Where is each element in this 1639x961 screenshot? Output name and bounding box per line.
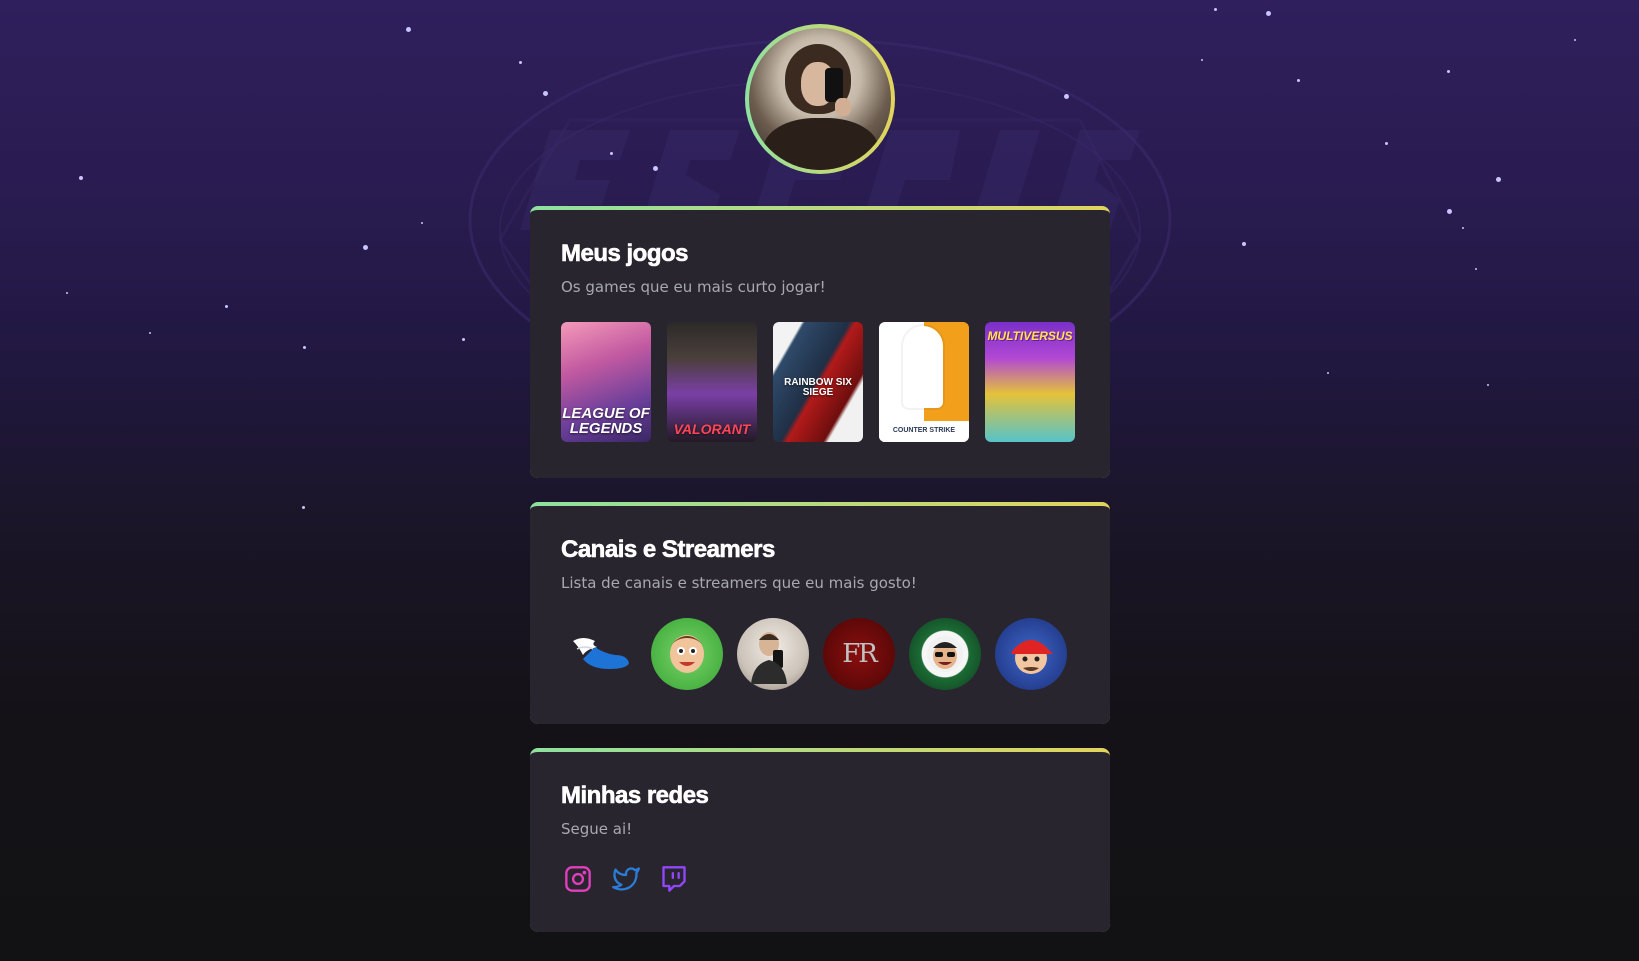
streamers-title: Canais e Streamers xyxy=(561,536,776,564)
game-counter-strike[interactable]: COUNTER STRIKE xyxy=(879,322,969,442)
games-title: Meus jogos xyxy=(561,240,689,268)
games-card: Meus jogos Os games que eu mais curto jo… xyxy=(530,206,1110,478)
instagram-icon xyxy=(565,866,591,892)
game-label: RAINBOW SIX SIEGE xyxy=(784,377,852,398)
profile-avatar-frame xyxy=(745,24,895,174)
streamer-red-cap[interactable] xyxy=(995,618,1067,690)
streamer-cartoon[interactable] xyxy=(651,618,723,690)
streamer-winged-shoe[interactable] xyxy=(565,618,637,690)
game-label: VALORANT xyxy=(673,421,751,437)
profile-avatar xyxy=(749,28,891,170)
games-list: LEAGUE OF LEGENDS VALORANT RAINBOW SIX S… xyxy=(561,322,1079,442)
game-rainbow-six-siege[interactable]: RAINBOW SIX SIEGE xyxy=(773,322,863,442)
cartoon-avatar-icon xyxy=(670,635,704,673)
soldier-icon xyxy=(903,326,943,408)
streamer-casimiro[interactable] xyxy=(909,618,981,690)
socials-list xyxy=(561,864,1079,894)
streamer-fr[interactable]: FR xyxy=(823,618,895,690)
streamers-subtitle: Lista de canais e streamers que eu mais … xyxy=(561,574,917,592)
twitch-icon xyxy=(662,866,686,892)
game-label: MULTIVERSUS xyxy=(987,329,1073,343)
streamers-list: FR xyxy=(561,618,1079,690)
selfie-avatar-icon xyxy=(751,632,787,684)
game-multiversus[interactable]: MULTIVERSUS xyxy=(985,322,1075,442)
red-cap-avatar-icon xyxy=(1011,640,1053,674)
socials-card: Minhas redes Segue ai! xyxy=(530,748,1110,932)
game-valorant[interactable]: VALORANT xyxy=(667,322,757,442)
twitter-icon xyxy=(612,867,640,891)
twitter-link[interactable] xyxy=(611,864,641,894)
twitch-link[interactable] xyxy=(659,864,689,894)
game-label: LEAGUE OF LEGENDS xyxy=(562,405,650,437)
game-league-of-legends[interactable]: LEAGUE OF LEGENDS xyxy=(561,322,651,442)
fr-logo-icon: FR xyxy=(842,639,878,669)
instagram-link[interactable] xyxy=(563,864,593,894)
casimiro-badge-icon xyxy=(927,636,963,672)
socials-subtitle: Segue ai! xyxy=(561,820,633,838)
streamer-selfie[interactable] xyxy=(737,618,809,690)
streamers-card: Canais e Streamers Lista de canais e str… xyxy=(530,502,1110,724)
winged-shoe-icon xyxy=(573,638,629,669)
game-label: COUNTER STRIKE xyxy=(879,421,969,442)
games-subtitle: Os games que eu mais curto jogar! xyxy=(561,278,826,296)
socials-title: Minhas redes xyxy=(561,782,709,810)
